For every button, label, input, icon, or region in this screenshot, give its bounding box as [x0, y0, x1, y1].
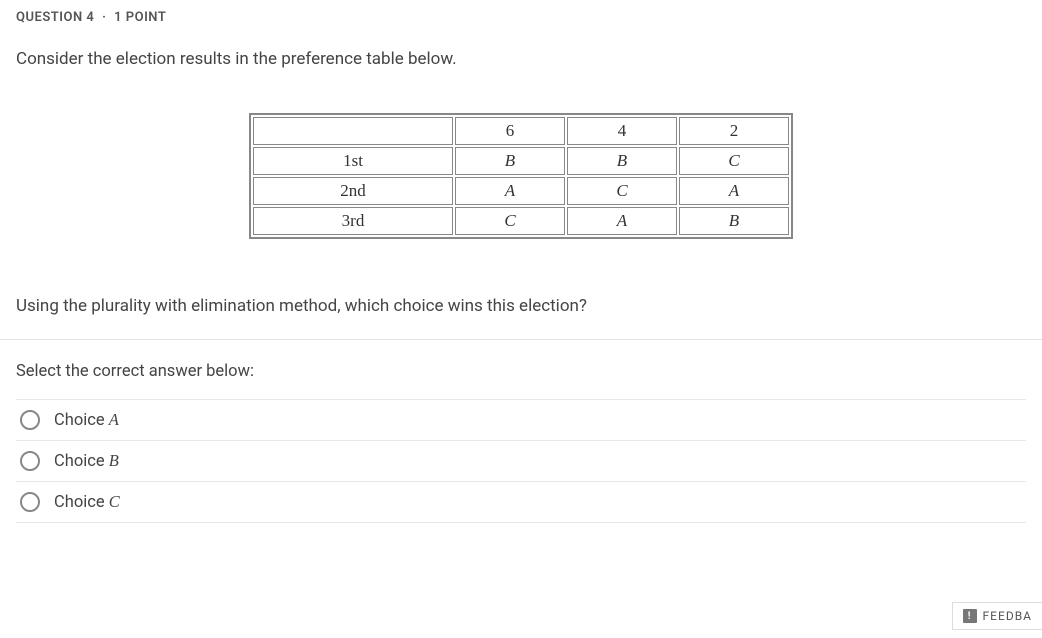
option-label: Choice C [54, 492, 120, 512]
select-answer-prompt: Select the correct answer below: [16, 340, 1026, 399]
radio-icon [20, 492, 40, 512]
option-label: Choice A [54, 410, 119, 430]
question-points: 1 POINT [114, 10, 166, 25]
option-choice-a[interactable]: Choice A [16, 399, 1026, 441]
prompt-intro: Consider the election results in the pre… [16, 47, 1026, 73]
table-row: 3rd C A B [253, 207, 789, 235]
data-cell: C [679, 147, 789, 175]
table-row: 1st B B C [253, 147, 789, 175]
data-cell: A [567, 207, 677, 235]
rank-cell: 2nd [253, 177, 453, 205]
data-cell: B [567, 147, 677, 175]
data-cell: B [679, 207, 789, 235]
preference-table-wrap: 6 4 2 1st B B C 2nd A C A 3rd C A B [16, 113, 1026, 239]
feedback-label: FEEDBA [983, 609, 1032, 623]
rank-cell: 1st [253, 147, 453, 175]
options-list: Choice A Choice B Choice C [16, 399, 1026, 523]
table-header-col2: 4 [567, 117, 677, 145]
data-cell: C [455, 207, 565, 235]
data-cell: C [567, 177, 677, 205]
data-cell: A [455, 177, 565, 205]
table-header-row: 6 4 2 [253, 117, 789, 145]
question-header: QUESTION 4 · 1 POINT [16, 10, 1026, 25]
table-cell-blank [253, 117, 453, 145]
option-choice-b[interactable]: Choice B [16, 441, 1026, 482]
data-cell: B [455, 147, 565, 175]
table-header-col1: 6 [455, 117, 565, 145]
feedback-button[interactable]: ! FEEDBA [952, 602, 1042, 630]
data-cell: A [679, 177, 789, 205]
alert-icon: ! [963, 609, 977, 623]
table-row: 2nd A C A [253, 177, 789, 205]
option-label: Choice B [54, 451, 119, 471]
prompt-question: Using the plurality with elimination met… [16, 294, 1026, 320]
table-header-col3: 2 [679, 117, 789, 145]
radio-icon [20, 410, 40, 430]
preference-table: 6 4 2 1st B B C 2nd A C A 3rd C A B [249, 113, 793, 239]
radio-icon [20, 451, 40, 471]
rank-cell: 3rd [253, 207, 453, 235]
separator: · [102, 10, 106, 25]
question-number: QUESTION 4 [16, 10, 94, 25]
option-choice-c[interactable]: Choice C [16, 482, 1026, 523]
